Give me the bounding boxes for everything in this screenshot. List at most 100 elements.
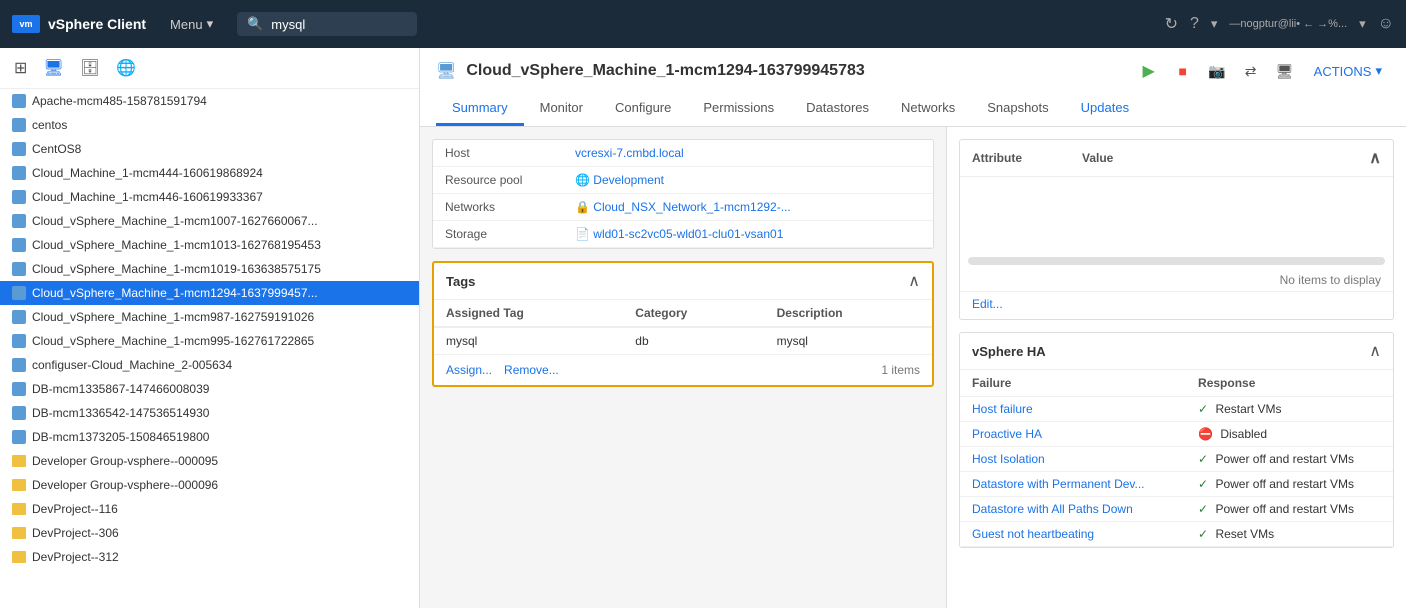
sidebar-tab-grid[interactable]: ⊞	[8, 54, 33, 82]
ha-response-4: ✓ Power off and restart VMs	[1186, 497, 1393, 522]
host-link[interactable]: vcresxi-7.cmbd.local	[575, 146, 684, 160]
user-avatar-icon[interactable]: ☺	[1378, 15, 1394, 33]
storage-icon: 📄	[575, 227, 593, 241]
tags-collapse-button[interactable]: ∧	[908, 271, 920, 291]
sidebar-item-label: centos	[32, 118, 67, 132]
sidebar-item-5[interactable]: Cloud_vSphere_Machine_1-mcm1007-16276600…	[0, 209, 419, 233]
properties-table: Host vcresxi-7.cmbd.local Resource pool …	[433, 140, 933, 248]
tags-col-description: Description	[765, 300, 932, 327]
sidebar-item-10[interactable]: Cloud_vSphere_Machine_1-mcm995-162761722…	[0, 329, 419, 353]
ha-failure-4: Datastore with All Paths Down	[960, 497, 1186, 522]
vm-icon	[12, 94, 26, 108]
sidebar-item-label: DB-mcm1373205-150846519800	[32, 430, 209, 444]
tab-monitor[interactable]: Monitor	[524, 92, 599, 126]
tag-cell-category: db	[623, 327, 764, 355]
storage-label: Storage	[433, 221, 563, 248]
tab-datastores[interactable]: Datastores	[790, 92, 885, 126]
assign-link[interactable]: Assign...	[446, 363, 492, 377]
host-label: Host	[433, 140, 563, 167]
tag-cell-assigned_tag: mysql	[434, 327, 623, 355]
sidebar-tab-network[interactable]: 🌐	[110, 54, 142, 82]
tab-snapshots[interactable]: Snapshots	[971, 92, 1064, 126]
sidebar-item-19[interactable]: DevProject--312	[0, 545, 419, 569]
tab-configure[interactable]: Configure	[599, 92, 687, 126]
networks-row: Networks 🔒 Cloud_NSX_Network_1-mcm1292-.…	[433, 194, 933, 221]
folder-icon	[12, 455, 26, 467]
console-icon[interactable]: 🖥	[1272, 58, 1298, 84]
sidebar-list: Apache-mcm485-158781591794centosCentOS8C…	[0, 89, 419, 608]
migrate-icon[interactable]: ⇄	[1238, 58, 1264, 84]
sidebar-item-11[interactable]: configuser-Cloud_Machine_2-005634	[0, 353, 419, 377]
vm-icon	[12, 166, 26, 180]
tab-permissions[interactable]: Permissions	[687, 92, 790, 126]
sidebar-item-3[interactable]: Cloud_Machine_1-mcm444-160619868924	[0, 161, 419, 185]
ha-row-3: Datastore with Permanent Dev...✓ Power o…	[960, 472, 1393, 497]
attr-cols: Attribute Value	[972, 151, 1113, 165]
networks-value: 🔒 Cloud_NSX_Network_1-mcm1292-...	[563, 194, 933, 221]
vm-icon	[12, 382, 26, 396]
attr-body	[960, 177, 1393, 257]
tags-card: Tags ∧ Assigned Tag Category Description	[432, 261, 934, 387]
host-value: vcresxi-7.cmbd.local	[563, 140, 933, 167]
help-icon[interactable]: ?	[1190, 15, 1199, 33]
chevron-down-icon-help[interactable]: ▾	[1211, 16, 1218, 32]
sidebar-item-16[interactable]: Developer Group-vsphere--000096	[0, 473, 419, 497]
tab-summary[interactable]: Summary	[436, 92, 524, 126]
brand-name: vSphere Client	[48, 16, 146, 32]
menu-button[interactable]: Menu ▾	[162, 12, 221, 36]
check-icon: ✓	[1198, 402, 1211, 416]
ha-failure-1: Proactive HA	[960, 422, 1186, 447]
networks-link[interactable]: Cloud_NSX_Network_1-mcm1292-...	[593, 200, 790, 214]
sidebar-item-7[interactable]: Cloud_vSphere_Machine_1-mcm1019-16363857…	[0, 257, 419, 281]
sidebar-item-4[interactable]: Cloud_Machine_1-mcm446-160619933367	[0, 185, 419, 209]
tab-networks[interactable]: Networks	[885, 92, 971, 126]
actions-button[interactable]: ACTIONS ▾	[1306, 59, 1390, 83]
storage-row: Storage 📄 wld01-sc2vc05-wld01-clu01-vsan…	[433, 221, 933, 248]
sidebar-item-0[interactable]: Apache-mcm485-158781591794	[0, 89, 419, 113]
remove-link[interactable]: Remove...	[504, 363, 559, 377]
tags-table: Assigned Tag Category Description mysqld…	[434, 300, 932, 355]
content-actions: ▶ ■ 📷 ⇄ 🖥 ACTIONS ▾	[1136, 58, 1390, 84]
tag-cell-description: mysql	[765, 327, 932, 355]
chevron-down-icon-user[interactable]: ▾	[1359, 16, 1366, 32]
tags-col-assigned: Assigned Tag	[434, 300, 623, 327]
sidebar-item-18[interactable]: DevProject--306	[0, 521, 419, 545]
main-content: 🖥 Cloud_vSphere_Machine_1-mcm1294-163799…	[420, 48, 1406, 608]
resource-pool-link[interactable]: Development	[593, 173, 664, 187]
attr-collapse-button[interactable]: ∧	[1369, 148, 1381, 168]
tab-updates[interactable]: Updates	[1065, 92, 1145, 126]
search-input[interactable]	[271, 17, 391, 32]
resource-pool-label: Resource pool	[433, 167, 563, 194]
sidebar-item-13[interactable]: DB-mcm1336542-147536514930	[0, 401, 419, 425]
sidebar-tab-db[interactable]: 🗄	[74, 54, 106, 82]
storage-link[interactable]: wld01-sc2vc05-wld01-clu01-vsan01	[593, 227, 783, 241]
sidebar-item-15[interactable]: Developer Group-vsphere--000095	[0, 449, 419, 473]
sidebar-item-2[interactable]: CentOS8	[0, 137, 419, 161]
ha-collapse-button[interactable]: ∧	[1369, 341, 1381, 361]
sidebar-item-8[interactable]: Cloud_vSphere_Machine_1-mcm1294-16379994…	[0, 281, 419, 305]
sidebar-item-1[interactable]: centos	[0, 113, 419, 137]
brand: vm vSphere Client	[12, 15, 146, 33]
ha-row-2: Host Isolation✓ Power off and restart VM…	[960, 447, 1393, 472]
properties-card: Host vcresxi-7.cmbd.local Resource pool …	[432, 139, 934, 249]
search-bar[interactable]: 🔍	[237, 12, 417, 36]
power-off-icon[interactable]: ■	[1170, 58, 1196, 84]
storage-value: 📄 wld01-sc2vc05-wld01-clu01-vsan01	[563, 221, 933, 248]
ha-header-row: Failure Response	[960, 370, 1393, 397]
sidebar-item-14[interactable]: DB-mcm1373205-150846519800	[0, 425, 419, 449]
sidebar-item-9[interactable]: Cloud_vSphere_Machine_1-mcm987-162759191…	[0, 305, 419, 329]
vm-logo: vm	[12, 15, 40, 33]
sidebar-item-17[interactable]: DevProject--116	[0, 497, 419, 521]
snapshot-icon[interactable]: 📷	[1204, 58, 1230, 84]
ha-col-failure: Failure	[960, 370, 1186, 397]
sidebar-item-6[interactable]: Cloud_vSphere_Machine_1-mcm1013-16276819…	[0, 233, 419, 257]
sidebar-item-label: Apache-mcm485-158781591794	[32, 94, 207, 108]
refresh-icon[interactable]: ↻	[1165, 14, 1178, 34]
vm-icon	[12, 406, 26, 420]
chevron-down-icon: ▾	[207, 16, 214, 32]
sidebar-tab-vm[interactable]: 🖥	[37, 54, 69, 82]
edit-link[interactable]: Edit...	[972, 297, 1003, 311]
content-body: Host vcresxi-7.cmbd.local Resource pool …	[420, 127, 1406, 608]
sidebar-item-12[interactable]: DB-mcm1335867-147466008039	[0, 377, 419, 401]
power-on-icon[interactable]: ▶	[1136, 58, 1162, 84]
